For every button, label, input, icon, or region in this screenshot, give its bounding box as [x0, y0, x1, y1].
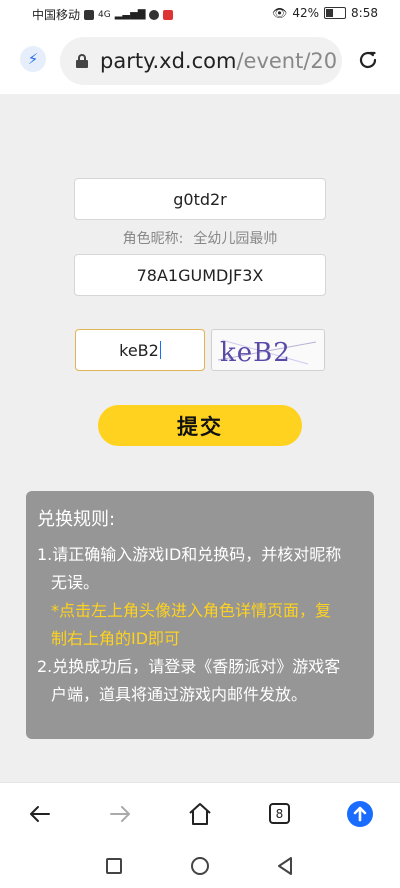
- lock-icon: [76, 54, 88, 68]
- rule-1-line-2: 无误。: [51, 573, 100, 592]
- rules-title: 兑换规则:: [37, 509, 116, 530]
- text-cursor: [159, 341, 161, 359]
- upload-icon[interactable]: [347, 801, 373, 827]
- captcha-input[interactable]: keB2: [75, 329, 205, 371]
- battery-percent: 42%: [292, 6, 320, 20]
- url-path: /event/20: [236, 49, 338, 73]
- captcha-input-value: keB2: [119, 340, 159, 360]
- rule-2-line-1: 2.兑换成功后，请登录《香肠派对》游戏客: [37, 657, 341, 676]
- clock: 8:58: [351, 6, 378, 20]
- signal-icon: ▂▃▅▇: [114, 9, 146, 20]
- home-button[interactable]: [191, 857, 209, 875]
- tabs-button[interactable]: 8: [269, 803, 290, 824]
- eye-icon: 👁: [272, 6, 288, 20]
- submit-label: 提交: [177, 414, 223, 439]
- notification-icon: [149, 9, 160, 20]
- rule-2-line-2: 户端，道具将通过游戏内邮件发放。: [51, 685, 308, 704]
- hd-icon: [84, 9, 95, 20]
- recent-apps-button[interactable]: [106, 858, 122, 874]
- captcha-text: keB2: [220, 338, 291, 368]
- captcha-image[interactable]: keB2: [211, 329, 325, 371]
- url-field[interactable]: party.xd.com/event/20: [60, 37, 342, 85]
- reload-icon[interactable]: [356, 48, 380, 72]
- forward-arrow-icon[interactable]: [107, 801, 133, 827]
- back-triangle-icon[interactable]: [276, 856, 294, 876]
- rules-panel: 兑换规则: 1.请正确输入游戏ID和兑换码，并核对昵称 无误。 *点击左上角头像…: [26, 491, 374, 739]
- status-bar: 中国移动 4G ▂▃▅▇ 👁 42% 8:58: [0, 0, 400, 28]
- battery-fill: [326, 9, 334, 17]
- redeem-code-field[interactable]: 78A1GUMDJF3X: [74, 254, 326, 296]
- status-right: 👁 42% 8:58: [272, 6, 378, 20]
- game-id-value: g0td2r: [173, 189, 227, 209]
- browser-toolbar: 8: [0, 782, 400, 845]
- carrier-label: 中国移动: [32, 8, 81, 22]
- battery-icon: [324, 7, 347, 19]
- tab-count: 8: [275, 806, 284, 821]
- system-nav-bar: [0, 844, 400, 888]
- rule-note-line-2: 制右上角的ID即可: [51, 629, 181, 648]
- home-icon[interactable]: [187, 801, 213, 827]
- status-left: 中国移动 4G ▂▃▅▇: [32, 6, 174, 23]
- captcha-graphic: keB2: [217, 338, 317, 368]
- nickname-value: 全幼儿园最帅: [193, 231, 278, 247]
- nickname-label: 角色昵称:: [122, 231, 184, 247]
- network-label: 4G: [98, 9, 111, 20]
- game-id-field[interactable]: g0td2r: [74, 178, 326, 220]
- rule-note-line-1: *点击左上角头像进入角色详情页面，复: [51, 601, 332, 620]
- back-arrow-icon[interactable]: [27, 801, 53, 827]
- up-arrow-icon: [353, 806, 367, 822]
- submit-button[interactable]: 提交: [98, 405, 302, 446]
- browser-address-bar: ⚡ party.xd.com/event/20: [0, 28, 400, 94]
- url-text: party.xd.com/event/20: [100, 49, 337, 73]
- nickname-row: 角色昵称: 全幼儿园最帅: [74, 228, 326, 248]
- lightning-icon[interactable]: ⚡: [20, 46, 46, 72]
- url-host: party.xd.com: [100, 49, 237, 73]
- redeem-code-value: 78A1GUMDJF3X: [136, 265, 264, 285]
- app-notification-icon: [163, 9, 174, 20]
- rule-1-line-1: 1.请正确输入游戏ID和兑换码，并核对昵称: [37, 545, 342, 564]
